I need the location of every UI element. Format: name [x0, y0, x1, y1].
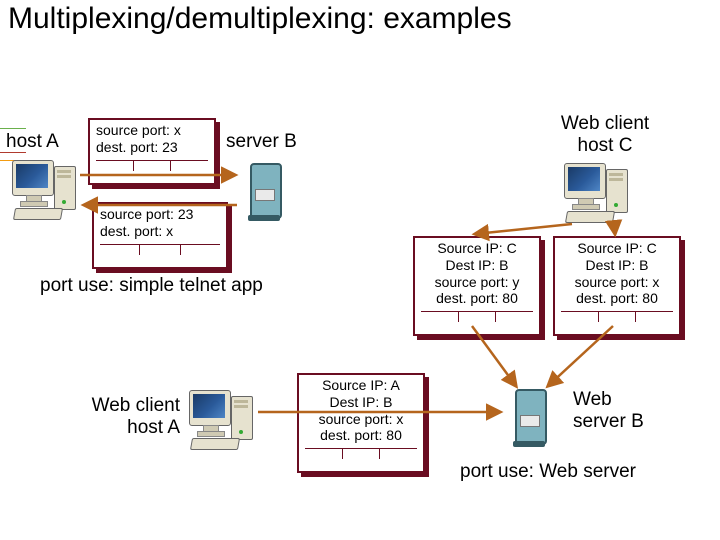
seg-row: Dest IP: B	[421, 257, 533, 274]
seg-row: source port: x	[305, 411, 417, 428]
page-title: Multiplexing/demultiplexing: examples	[8, 2, 512, 37]
segment-b-to-a: source port: 23 dest. port: x	[92, 202, 228, 269]
seg-row: dest. port: x	[100, 223, 220, 240]
seg-row: Source IP: C	[421, 240, 533, 257]
web-server-b-icon	[509, 389, 549, 447]
seg-row: Dest IP: B	[305, 394, 417, 411]
host-c-label: Web client host C	[520, 113, 690, 157]
web-client-a-icon	[189, 390, 255, 450]
seg-row: source port: x	[561, 274, 673, 291]
seg-row: dest. port: 80	[561, 290, 673, 307]
host-a-icon	[12, 160, 78, 220]
seg-row: source port: 23	[100, 206, 220, 223]
telnet-caption: port use: simple telnet app	[40, 275, 263, 297]
seg-row: Source IP: C	[561, 240, 673, 257]
seg-row: source port: x	[96, 122, 208, 139]
host-a-label: host A	[6, 131, 59, 153]
web-use-caption: port use: Web server	[460, 461, 636, 483]
seg-row: dest. port: 80	[305, 427, 417, 444]
segment-a-web: Source IP: A Dest IP: B source port: x d…	[297, 373, 425, 473]
host-c-icon	[564, 163, 630, 223]
seg-row: Dest IP: B	[561, 257, 673, 274]
segment-c-x: Source IP: C Dest IP: B source port: x d…	[553, 236, 681, 336]
server-b-label: server B	[226, 131, 297, 153]
seg-row: Source IP: A	[305, 377, 417, 394]
web-client-a-label: Web client host A	[40, 395, 180, 439]
accent-line	[0, 128, 26, 129]
seg-row: dest. port: 80	[421, 290, 533, 307]
web-server-b-label: Web server B	[573, 389, 693, 433]
seg-row: source port: y	[421, 274, 533, 291]
server-b-icon	[244, 163, 284, 221]
seg-row: dest. port: 23	[96, 139, 208, 156]
segment-a-to-b: source port: x dest. port: 23	[88, 118, 216, 185]
segment-c-y: Source IP: C Dest IP: B source port: y d…	[413, 236, 541, 336]
